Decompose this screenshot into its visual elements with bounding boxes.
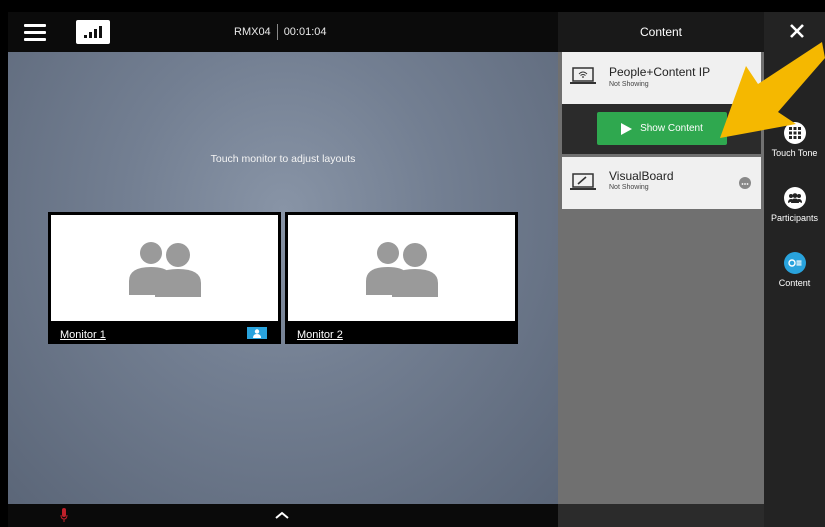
call-duration: 00:01:04 <box>283 26 327 38</box>
rail-item-label: Content <box>778 278 811 288</box>
whiteboard-pen-icon <box>570 173 596 190</box>
annotation-arrow-icon <box>720 42 825 138</box>
show-content-button[interactable]: Show Content <box>597 112 727 145</box>
top-bar: RMX04 00:01:04 <box>8 12 558 52</box>
divider <box>276 24 278 40</box>
participants-icon <box>783 187 806 209</box>
rail-item-label: Touch Tone <box>771 148 818 158</box>
source-status: Not Showing <box>609 184 649 191</box>
signal-strength-icon[interactable] <box>76 20 110 44</box>
more-options-icon[interactable] <box>739 177 751 189</box>
layout-area[interactable]: Touch monitor to adjust layouts Monitor … <box>8 52 558 504</box>
rail-item-label: Participants <box>770 213 819 223</box>
show-content-label: Show Content <box>640 123 703 134</box>
source-name: VisualBoard <box>609 169 674 183</box>
people-placeholder-icon <box>128 242 201 297</box>
source-name: People+Content IP <box>609 65 711 79</box>
monitor-label[interactable]: Monitor 1 <box>60 329 106 341</box>
rail-item-content[interactable]: Content <box>764 252 825 288</box>
hamburger-menu-icon[interactable] <box>24 24 46 41</box>
monitor-2-tile[interactable]: Monitor 2 <box>285 212 518 344</box>
panel-footer <box>558 504 764 527</box>
source-status: Not Showing <box>609 81 649 88</box>
close-icon[interactable] <box>788 22 806 40</box>
content-share-icon <box>783 252 806 274</box>
source-visualboard[interactable]: VisualBoard Not Showing <box>562 157 761 209</box>
bottom-bar <box>8 504 558 527</box>
monitor-1-tile[interactable]: Monitor 1 <box>48 212 281 344</box>
play-icon <box>621 122 633 135</box>
rail-item-participants[interactable]: Participants <box>764 187 825 223</box>
microphone-muted-icon[interactable] <box>60 507 68 523</box>
monitor-preview <box>51 215 278 321</box>
room-name: RMX04 <box>234 26 271 38</box>
app-screen: RMX04 00:01:04 Touch monitor to adjust l… <box>8 12 825 527</box>
monitor-label[interactable]: Monitor 2 <box>297 329 343 341</box>
chevron-up-icon[interactable] <box>274 510 290 520</box>
layout-hint: Touch monitor to adjust layouts <box>210 153 356 165</box>
people-placeholder-icon <box>365 242 438 297</box>
monitor-preview <box>288 215 515 321</box>
call-info: RMX04 00:01:04 <box>234 24 327 40</box>
person-icon[interactable] <box>247 327 267 339</box>
laptop-wireless-icon <box>570 67 596 84</box>
